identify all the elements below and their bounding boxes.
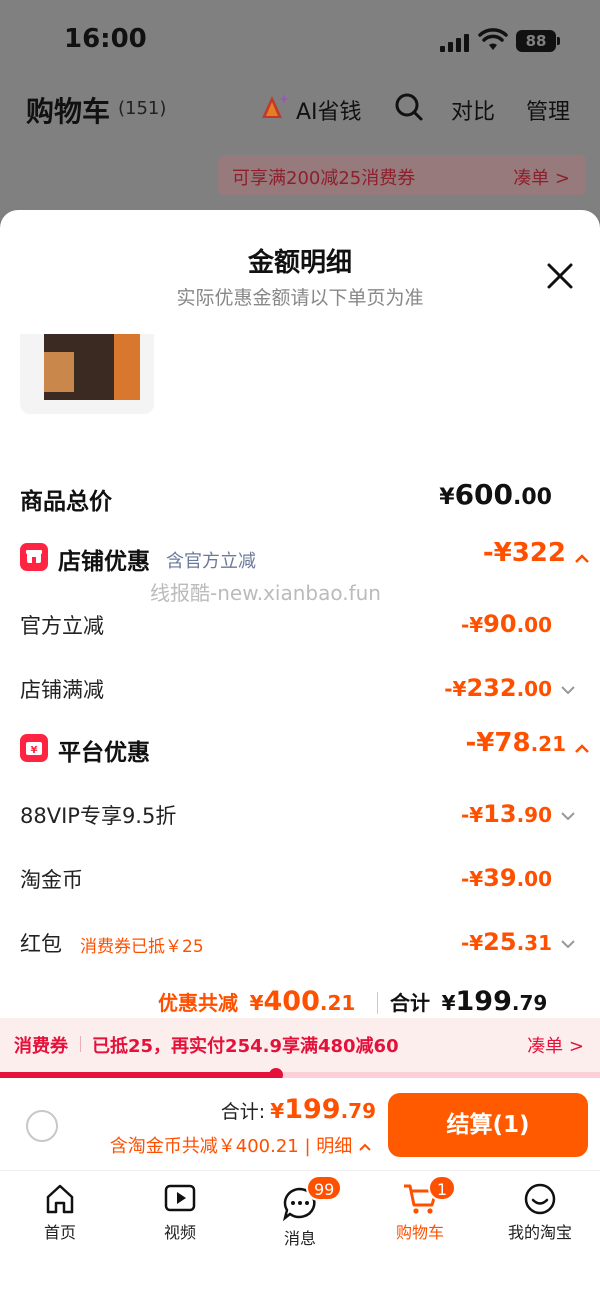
discount-item-label: 88VIP专享9.5折 bbox=[20, 804, 177, 828]
watermark-text: 线报酷-new.xianbao.fun bbox=[150, 581, 381, 605]
product-thumbnail[interactable] bbox=[20, 334, 154, 414]
tab-cart[interactable]: 购物车 1 bbox=[360, 1175, 480, 1261]
total-price-value: ¥600.00 bbox=[439, 478, 552, 511]
coupon-strip-action[interactable]: 凑单 > bbox=[527, 1032, 584, 1058]
chevron-up-icon bbox=[359, 1143, 371, 1151]
tab-home[interactable]: 首页 bbox=[0, 1181, 120, 1261]
manage-button[interactable]: 管理 bbox=[526, 94, 570, 126]
platform-discount-amount: -¥78.21 bbox=[465, 728, 566, 758]
coupon-banner[interactable]: 可享满200减25消费券 凑单 > bbox=[218, 155, 586, 195]
discount-item-amount: -¥25.31 bbox=[460, 928, 552, 956]
signal-icon bbox=[440, 32, 469, 52]
total-discount: 优惠共减 ¥400.21 bbox=[158, 986, 356, 1017]
amount-detail-sheet: 金额明细 实际优惠金额请以下单页为准 商品总价 ¥600.00 店铺优惠 含官方… bbox=[0, 210, 600, 1298]
discount-item-label: 淘金币 bbox=[20, 868, 83, 892]
tab-profile[interactable]: 我的淘宝 bbox=[480, 1181, 600, 1261]
page-title: 购物车 bbox=[26, 95, 111, 128]
store-discount-amount: -¥322 bbox=[482, 538, 566, 568]
discount-item-label: 店铺满减 bbox=[20, 678, 104, 702]
close-icon[interactable] bbox=[540, 256, 580, 296]
summary-total: 合计 ¥199.79 bbox=[390, 986, 548, 1017]
chevron-down-icon[interactable] bbox=[560, 684, 576, 696]
search-icon[interactable] bbox=[394, 92, 424, 122]
bottom-tab-bar: 首页 视频 消息 99 购物车 1 我的淘宝 bbox=[0, 1170, 600, 1298]
summary-line: 优惠共减 ¥400.21 合计 ¥199.79 bbox=[0, 980, 600, 1020]
chevron-down-icon[interactable] bbox=[560, 938, 576, 950]
status-bar: 16:00 88 bbox=[0, 22, 600, 62]
chevron-up-icon[interactable] bbox=[574, 552, 590, 564]
checkout-button[interactable]: 结算(1) bbox=[388, 1093, 588, 1157]
tab-label: 视频 bbox=[163, 1223, 196, 1242]
cart-count-badge: 1 bbox=[428, 1175, 456, 1201]
platform-discount-label: 平台优惠 bbox=[58, 740, 150, 766]
coin-discount-detail[interactable]: 含淘金币共减￥400.21 | 明细 bbox=[110, 1132, 372, 1158]
discount-item-amount: -¥232.00 bbox=[444, 674, 552, 702]
status-time: 16:00 bbox=[64, 24, 147, 54]
tab-label: 消息 bbox=[283, 1229, 316, 1248]
discount-item-amount: -¥39.00 bbox=[460, 864, 552, 892]
home-icon bbox=[46, 1184, 74, 1214]
select-all-checkbox[interactable] bbox=[26, 1110, 58, 1142]
ai-sparkle-icon[interactable] bbox=[260, 92, 290, 122]
unread-badge: 99 bbox=[306, 1175, 343, 1201]
coupon-strip-tag: 消费券 bbox=[14, 1036, 68, 1057]
sheet-title: 金额明细 bbox=[247, 248, 352, 278]
coupon-strip-text: 已抵25，再实付254.9享满480减60 bbox=[92, 1036, 399, 1057]
battery-tip bbox=[557, 37, 560, 45]
chevron-down-icon[interactable] bbox=[560, 810, 576, 822]
tab-messages[interactable]: 消息 99 bbox=[240, 1175, 360, 1265]
divider bbox=[377, 992, 378, 1014]
tab-video[interactable]: 视频 bbox=[120, 1181, 240, 1261]
discount-item-row[interactable]: 红包 消费券已抵￥25 -¥25.31 bbox=[0, 924, 600, 964]
sheet-subtitle: 实际优惠金额请以下单页为准 bbox=[176, 287, 424, 309]
checkout-bar: 合计: ¥199.79 含淘金币共减￥400.21 | 明细 结算(1) bbox=[0, 1078, 600, 1170]
tab-label: 购物车 bbox=[395, 1223, 444, 1242]
discount-item-label: 官方立减 bbox=[20, 614, 104, 638]
wifi-icon bbox=[478, 28, 508, 50]
discount-item-label: 红包 bbox=[20, 932, 62, 956]
platform-icon: ¥ bbox=[20, 734, 48, 762]
coupon-applied-tag: 消费券已抵￥25 bbox=[80, 937, 204, 957]
discount-item-amount: -¥90.00 bbox=[460, 610, 552, 638]
platform-discount-row[interactable]: ¥ 平台优惠 -¥78.21 bbox=[0, 728, 600, 768]
store-discount-note: 含官方立减 bbox=[166, 551, 256, 572]
coupon-banner-text: 可享满200减25消费券 bbox=[232, 168, 416, 189]
store-icon bbox=[20, 543, 48, 571]
video-icon bbox=[164, 1184, 196, 1212]
coupon-banner-action[interactable]: 凑单 > bbox=[513, 164, 570, 190]
cart-header: 购物车 (151) AI省钱 对比 管理 bbox=[0, 86, 600, 130]
checkout-total: 合计: ¥199.79 bbox=[220, 1094, 376, 1125]
store-discount-label: 店铺优惠 bbox=[58, 549, 150, 575]
profile-icon bbox=[524, 1183, 556, 1215]
compare-button[interactable]: 对比 bbox=[451, 94, 495, 126]
total-price-row: 商品总价 ¥600.00 bbox=[0, 478, 600, 518]
battery-icon: 88 bbox=[516, 30, 556, 52]
chevron-up-icon[interactable] bbox=[574, 742, 590, 754]
svg-text:¥: ¥ bbox=[31, 745, 38, 756]
tab-label: 首页 bbox=[43, 1223, 76, 1242]
discount-item-row[interactable]: 88VIP专享9.5折 -¥13.90 bbox=[0, 796, 600, 836]
total-price-label: 商品总价 bbox=[20, 489, 112, 515]
product-image bbox=[44, 334, 140, 400]
tab-label: 我的淘宝 bbox=[507, 1223, 572, 1242]
store-discount-row[interactable]: 店铺优惠 含官方立减 -¥322 bbox=[0, 538, 600, 578]
discount-item-row[interactable]: 店铺满减 -¥232.00 bbox=[0, 670, 600, 710]
discount-item-amount: -¥13.90 bbox=[460, 800, 552, 828]
discount-item-row: 官方立减 -¥90.00 bbox=[0, 606, 600, 646]
divider bbox=[80, 1036, 81, 1052]
consumption-coupon-strip[interactable]: 消费券 已抵25，再实付254.9享满480减60 凑单 > bbox=[0, 1018, 600, 1072]
cart-count: (151) bbox=[118, 98, 167, 119]
discount-item-row: 淘金币 -¥39.00 bbox=[0, 860, 600, 900]
ai-save-button[interactable]: AI省钱 bbox=[296, 94, 362, 126]
